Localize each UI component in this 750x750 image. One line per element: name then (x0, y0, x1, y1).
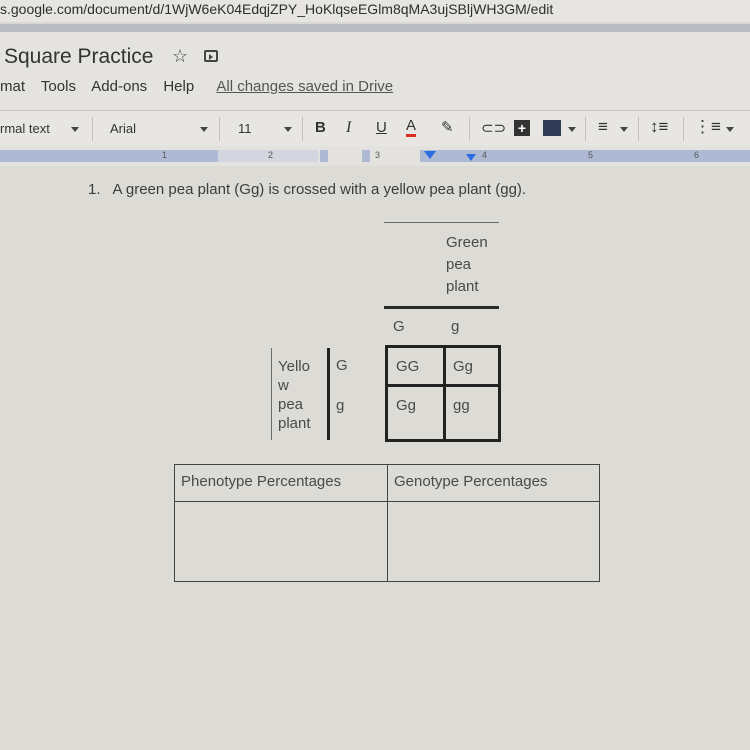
ruler-column-marker[interactable] (362, 150, 370, 162)
label-line: Yello (278, 358, 310, 375)
top-parent-label: Green pea plant (446, 232, 488, 298)
menu-help[interactable]: Help (163, 78, 194, 95)
question-text: A green pea plant (Gg) is crossed with a… (112, 181, 527, 198)
save-status-link[interactable]: All changes saved in Drive (216, 78, 393, 95)
genotype-cell[interactable] (387, 501, 600, 582)
ruler-label: 1 (162, 150, 168, 160)
ruler-label: 6 (694, 150, 700, 160)
document-title[interactable]: Square Practice (4, 45, 153, 69)
menu-format[interactable]: mat (0, 78, 25, 95)
menu-add-ons[interactable]: Add-ons (91, 78, 147, 95)
label-line: w (278, 377, 289, 394)
table-header-row: Phenotype Percentages Genotype Percentag… (174, 464, 600, 502)
side-allele: g (336, 397, 345, 414)
chevron-down-icon[interactable] (726, 127, 734, 132)
right-indent-marker-icon[interactable] (466, 154, 476, 161)
label-line: Green (446, 234, 488, 251)
toolbar-divider (585, 117, 586, 141)
phenotype-header[interactable]: Phenotype Percentages (174, 464, 388, 502)
label-line: plant (278, 415, 311, 432)
link-icon[interactable]: ⊂⊃ (481, 119, 506, 137)
tab-strip-divider (0, 24, 750, 32)
chevron-down-icon[interactable] (71, 127, 79, 132)
add-comment-icon[interactable]: + (514, 120, 530, 136)
menu-tools[interactable]: Tools (41, 78, 76, 95)
grid-line (443, 348, 446, 439)
ruler[interactable]: 1 2 3 4 5 6 (0, 146, 750, 166)
chevron-down-icon[interactable] (568, 127, 576, 132)
address-bar[interactable]: s.google.com/document/d/1WjW6eK04EdqjZPY… (0, 0, 750, 22)
punnett-cell[interactable]: Gg (453, 358, 473, 375)
toolbar-divider (469, 117, 470, 141)
toolbar: rmal text Arial 11 B I U A ✎ ⊂⊃ + ≡ ↕≡ ⋮… (0, 110, 750, 147)
chevron-down-icon[interactable] (284, 127, 292, 132)
phenotype-cell[interactable] (174, 501, 388, 582)
menu-bar: mat Tools Add-ons Help All changes saved… (0, 78, 405, 95)
punnett-top-rule (384, 222, 499, 223)
percentages-table: Phenotype Percentages Genotype Percentag… (174, 464, 600, 582)
ruler-label: 3 (375, 150, 381, 160)
font-select[interactable]: Arial (110, 121, 136, 136)
docs-header (0, 32, 750, 110)
ruler-margin-left (0, 150, 218, 162)
text-color-button[interactable]: A (406, 117, 417, 137)
chevron-down-icon[interactable] (200, 127, 208, 132)
question-number: 1. (88, 181, 101, 198)
top-allele: G (393, 318, 405, 335)
side-allele-rule (327, 348, 330, 440)
toolbar-divider (683, 117, 684, 141)
side-allele: G (336, 357, 348, 374)
url-text: s.google.com/document/d/1WjW6eK04EdqjZPY… (0, 1, 554, 17)
side-parent-rule (271, 348, 272, 440)
star-icon[interactable]: ☆ (172, 46, 188, 67)
chevron-down-icon[interactable] (620, 127, 628, 132)
punnett-cell[interactable]: Gg (396, 397, 416, 414)
move-to-folder-icon[interactable] (204, 50, 218, 62)
punnett-header-rule (384, 306, 499, 309)
punnett-cell[interactable]: GG (396, 358, 419, 375)
grid-line (388, 384, 498, 387)
numbered-list-icon[interactable]: ⋮≡ (694, 117, 721, 137)
table-row (174, 501, 600, 582)
toolbar-divider (302, 117, 303, 141)
label-line: pea (446, 256, 472, 273)
font-size-select[interactable]: 11 (238, 121, 252, 136)
underline-button[interactable]: U (376, 119, 387, 136)
bold-button[interactable]: B (315, 119, 326, 136)
ruler-label: 4 (482, 150, 488, 160)
toolbar-divider (92, 117, 93, 141)
document-page[interactable] (0, 166, 750, 750)
toolbar-divider (219, 117, 220, 141)
toolbar-divider (638, 117, 639, 141)
insert-image-icon[interactable] (543, 120, 561, 136)
ruler-label: 5 (588, 150, 594, 160)
question-1: 1. A green pea plant (Gg) is crossed with… (88, 181, 526, 198)
punnett-cell[interactable]: gg (453, 397, 470, 414)
highlighter-icon[interactable]: ✎ (441, 118, 454, 136)
line-spacing-icon[interactable]: ↕≡ (650, 117, 668, 137)
ruler-column-marker[interactable] (320, 150, 328, 162)
side-parent-label: Yello w pea plant (278, 357, 323, 433)
paragraph-style-select[interactable]: rmal text (0, 121, 50, 136)
ruler-label: 2 (268, 150, 274, 160)
top-allele: g (451, 318, 460, 335)
indent-marker-icon[interactable] (424, 151, 436, 159)
genotype-header[interactable]: Genotype Percentages (387, 464, 600, 502)
label-line: pea (278, 396, 304, 413)
label-line: plant (446, 278, 479, 295)
italic-button[interactable]: I (346, 119, 351, 137)
punnett-square: GG Gg Gg gg (385, 345, 501, 442)
align-icon[interactable]: ≡ (598, 117, 608, 137)
